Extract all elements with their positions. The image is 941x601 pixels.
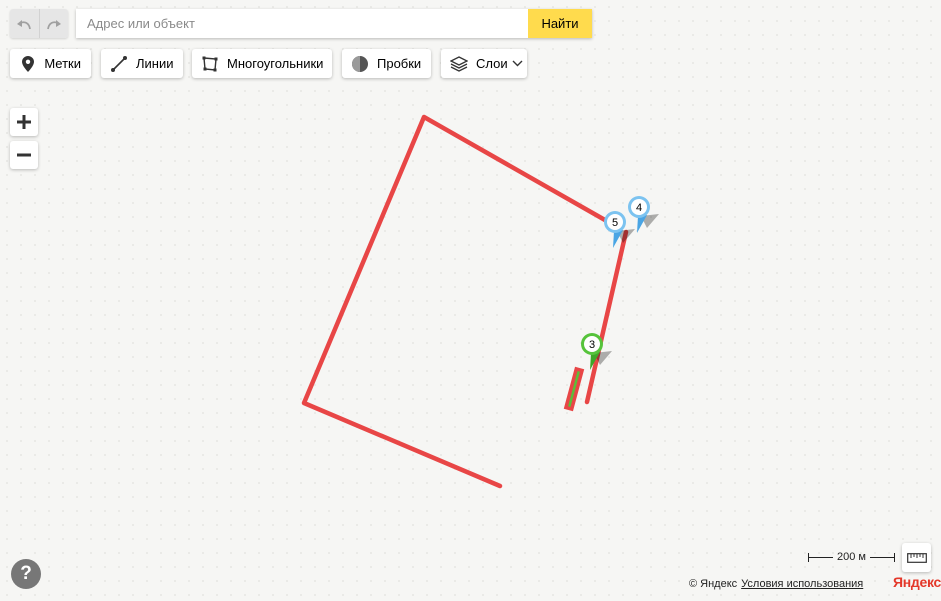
chevron-down-icon [512,60,523,67]
history-controls [10,9,68,38]
layers-label: Слои [476,56,508,71]
ruler-button[interactable] [902,543,931,572]
map-canvas[interactable]: 4 5 3 [0,0,941,601]
placemarks-button[interactable]: Метки [10,49,91,78]
polygons-label: Многоугольники [227,56,324,71]
lines-button[interactable]: Линии [101,49,183,78]
traffic-button[interactable]: Пробки [342,49,431,78]
ruler-icon [906,552,927,563]
placemark-5[interactable]: 5 [604,211,635,248]
yandex-logo[interactable]: Яндекс [893,574,941,590]
copyright: © Яндекс Условия использования [689,577,863,591]
undo-button[interactable] [10,9,39,38]
scale-line-left [808,552,834,562]
plus-icon [17,115,31,129]
copyright-text: © Яндекс [689,578,738,590]
zoom-in-button[interactable] [10,108,38,136]
drawn-line-polygon-path[interactable] [301,114,615,489]
placemarks-label: Метки [44,56,81,71]
scale-line-right [870,552,896,562]
pin-icon [19,54,36,74]
drawn-line-segment[interactable] [584,229,629,405]
drawn-small-polygon[interactable] [563,366,585,412]
lines-label: Линии [136,56,174,71]
minus-icon [17,153,31,157]
help-button[interactable]: ? [11,559,41,589]
undo-icon [17,19,32,29]
polygon-icon [201,54,219,74]
redo-button[interactable] [38,9,68,38]
layers-icon [450,54,468,74]
scale-text: 200 м [837,551,866,563]
layers-button[interactable]: Слои [441,49,527,78]
traffic-label: Пробки [377,56,422,71]
placemark-4[interactable]: 4 [628,196,659,233]
search-button[interactable]: Найти [528,9,592,38]
scale-bar: 200 м [808,549,896,565]
search-box: Найти [76,9,592,38]
placemark-label: 5 [612,217,618,229]
line-icon [110,54,128,74]
placemark-label: 4 [636,202,642,214]
redo-icon [46,19,61,29]
zoom-out-button[interactable] [10,141,38,169]
traffic-icon [351,54,369,74]
search-input[interactable] [76,9,528,38]
placemark-label: 3 [589,339,595,351]
polygons-button[interactable]: Многоугольники [192,49,332,78]
terms-link[interactable]: Условия использования [741,578,863,590]
